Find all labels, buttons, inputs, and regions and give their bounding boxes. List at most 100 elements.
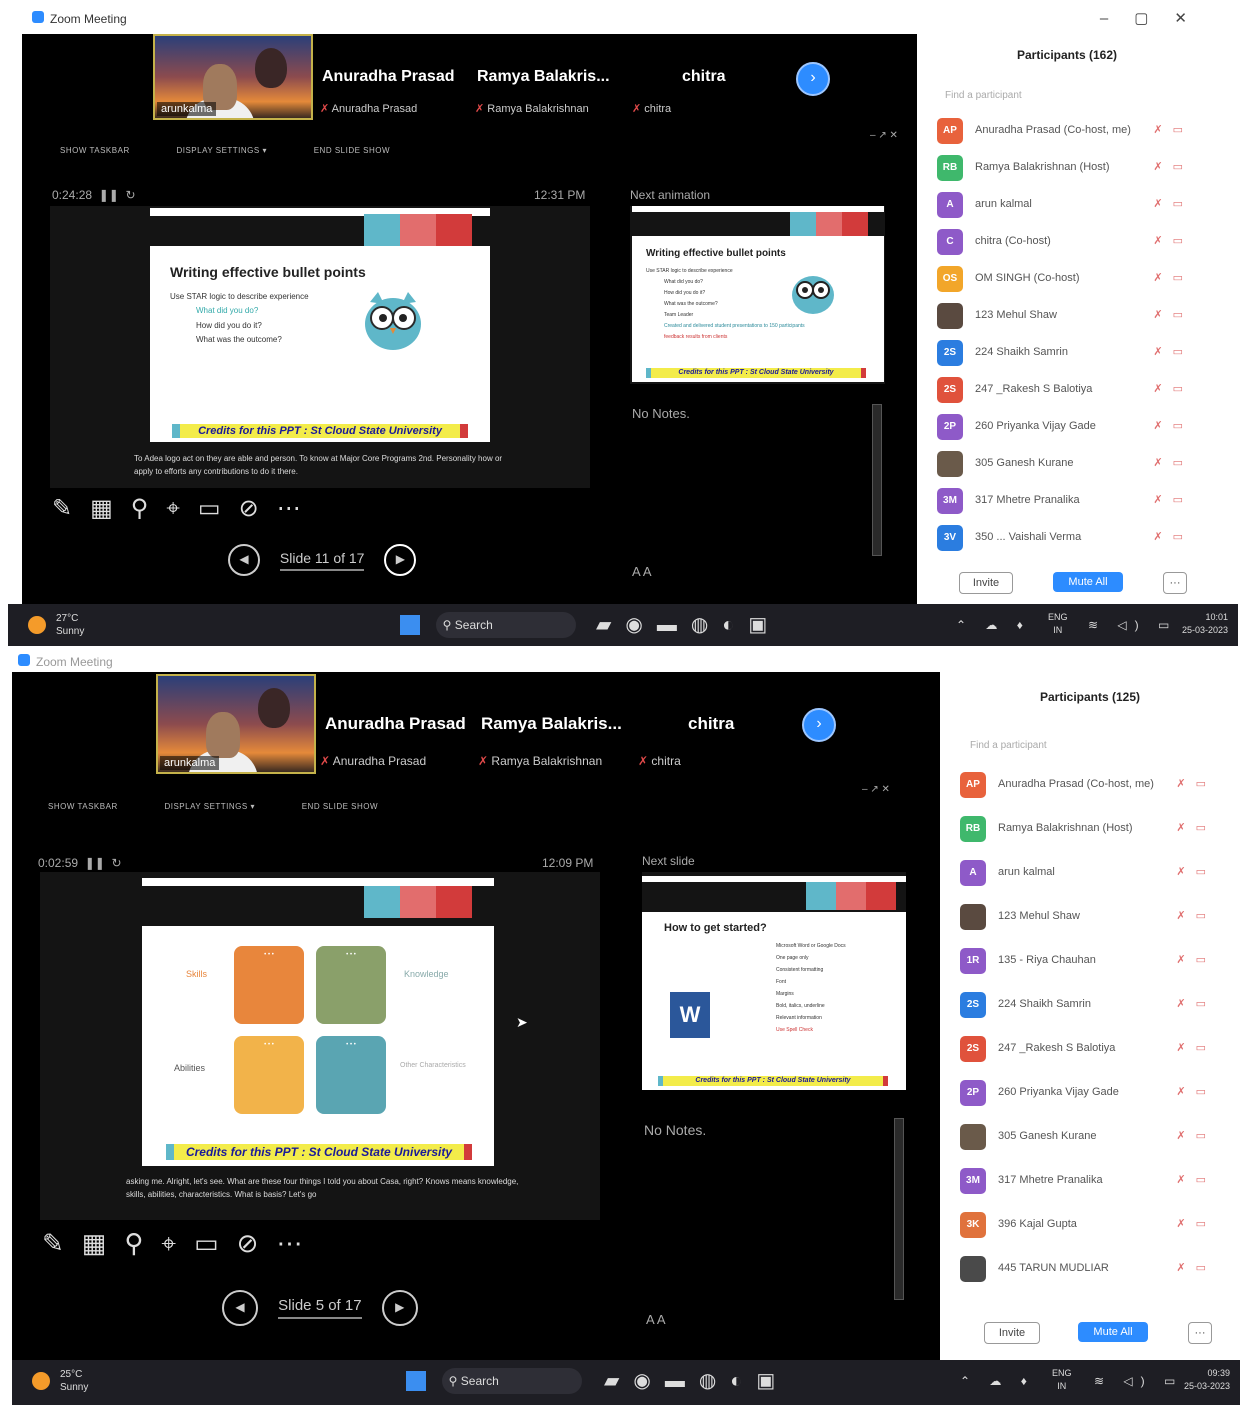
taskbar-clock[interactable]: 10:01 25-03-2023 (1158, 611, 1228, 636)
muted-mic-video-off-icon[interactable]: ✗▭ (1153, 345, 1193, 358)
more-options-icon[interactable]: ⋯ (276, 1228, 320, 1258)
muted-mic-video-off-icon[interactable]: ✗▭ (1153, 271, 1193, 284)
participant-row[interactable]: Cchitra (Co-host) ✗▭ (937, 225, 1207, 259)
participant-row[interactable]: 2S 247 _Rakesh S Balotiya ✗▭ (960, 1032, 1230, 1066)
more-options-icon[interactable]: ⋯ (277, 495, 319, 522)
participant-row[interactable]: 2P 260 Priyanka Vijay Gade ✗▭ (937, 410, 1207, 444)
next-slide-button[interactable]: ▶ (384, 544, 417, 576)
font-size-controls[interactable]: A A (632, 564, 652, 579)
muted-mic-video-off-icon[interactable]: ✗▭ (1176, 1261, 1216, 1274)
camera-off-icon[interactable]: ⊘ (237, 1228, 277, 1258)
pen-icon[interactable]: ✎ (52, 495, 90, 522)
muted-mic-video-off-icon[interactable]: ✗▭ (1153, 308, 1193, 321)
participant-search-input[interactable]: Find a participant (945, 90, 1022, 101)
taskbar-search[interactable]: ⚲ Search (436, 612, 576, 638)
mute-all-button[interactable]: Mute All (1053, 572, 1123, 592)
participant-row[interactable]: 2S 224 Shaikh Samrin ✗▭ (960, 988, 1230, 1022)
video-thumbnail[interactable]: arunkalma (153, 34, 313, 120)
window-controls[interactable]: –▢✕ (1100, 9, 1213, 27)
muted-mic-video-off-icon[interactable]: ✗▭ (1176, 1129, 1216, 1142)
window-mini-controls[interactable]: – ↗ ✕ (862, 784, 890, 795)
grid-view-icon[interactable]: ▦ (82, 1228, 125, 1258)
participant-row[interactable]: 3K 396 Kajal Gupta ✗▭ (960, 1208, 1230, 1242)
participant-row[interactable]: 1R 135 - Riya Chauhan ✗▭ (960, 944, 1230, 978)
muted-mic-video-off-icon[interactable]: ✗▭ (1153, 493, 1193, 506)
participant-row[interactable]: Aarun kalmal ✗▭ (960, 856, 1230, 890)
participant-row[interactable]: 2S 247 _Rakesh S Balotiya ✗▭ (937, 373, 1207, 407)
muted-mic-video-off-icon[interactable]: ✗▭ (1176, 865, 1216, 878)
more-options-button[interactable]: ··· (1188, 1322, 1212, 1344)
invite-button[interactable]: Invite (959, 572, 1013, 594)
display-settings-button[interactable]: DISPLAY SETTINGS ▾ (164, 802, 255, 811)
weather-widget[interactable]: 27°C Sunny (56, 612, 84, 638)
participant-row[interactable]: 3M 317 Mhetre Pranalika ✗▭ (937, 484, 1207, 518)
muted-mic-video-off-icon[interactable]: ✗▭ (1153, 419, 1193, 432)
pen-icon[interactable]: ✎ (42, 1228, 82, 1258)
zoom-icon[interactable]: ⚲ (131, 495, 167, 522)
next-slide-button[interactable]: ▶ (381, 1290, 418, 1326)
muted-mic-video-off-icon[interactable]: ✗▭ (1176, 953, 1216, 966)
next-video-page-button[interactable]: › (802, 708, 836, 742)
zoom-icon[interactable]: ⚲ (124, 1228, 161, 1258)
windows-start-icon[interactable] (406, 1371, 426, 1391)
show-taskbar-button[interactable]: SHOW TASKBAR (60, 146, 130, 155)
participant-row[interactable]: 3V 350 ... Vaishali Verma ✗▭ (937, 521, 1207, 555)
muted-mic-video-off-icon[interactable]: ✗▭ (1176, 1085, 1216, 1098)
participant-row[interactable]: 123 Mehul Shaw ✗▭ (960, 900, 1230, 934)
muted-mic-video-off-icon[interactable]: ✗▭ (1176, 1217, 1216, 1230)
pointer-icon[interactable]: ⌖ (161, 1228, 194, 1258)
end-slide-show-button[interactable]: END SLIDE SHOW (302, 802, 378, 811)
participant-row[interactable]: 305 Ganesh Kurane ✗▭ (960, 1120, 1230, 1154)
muted-mic-video-off-icon[interactable]: ✗▭ (1153, 382, 1193, 395)
language-indicator[interactable]: ENG IN (1052, 1367, 1072, 1392)
participant-search-input[interactable]: Find a participant (970, 740, 1047, 751)
next-video-page-button[interactable]: › (796, 62, 830, 96)
mute-all-button[interactable]: Mute All (1078, 1322, 1148, 1342)
participant-row[interactable]: 445 TARUN MUDLIAR ✗▭ (960, 1252, 1230, 1286)
muted-mic-video-off-icon[interactable]: ✗▭ (1176, 821, 1216, 834)
muted-mic-video-off-icon[interactable]: ✗▭ (1153, 123, 1193, 136)
grid-view-icon[interactable]: ▦ (90, 495, 131, 522)
muted-mic-video-off-icon[interactable]: ✗▭ (1176, 777, 1216, 790)
participant-row[interactable]: 2S 224 Shaikh Samrin ✗▭ (937, 336, 1207, 370)
black-screen-icon[interactable]: ▭ (194, 1228, 237, 1258)
notes-scrollbar[interactable] (872, 404, 882, 556)
muted-mic-video-off-icon[interactable]: ✗▭ (1153, 234, 1193, 247)
previous-slide-button[interactable]: ◀ (222, 1290, 258, 1326)
muted-mic-video-off-icon[interactable]: ✗▭ (1153, 456, 1193, 469)
participant-row[interactable]: AP Anuradha Prasad (Co-host, me) ✗▭ (937, 114, 1207, 148)
invite-button[interactable]: Invite (984, 1322, 1040, 1344)
muted-mic-video-off-icon[interactable]: ✗▭ (1176, 1173, 1216, 1186)
display-settings-button[interactable]: DISPLAY SETTINGS ▾ (176, 146, 267, 155)
end-slide-show-button[interactable]: END SLIDE SHOW (314, 146, 390, 155)
participant-row[interactable]: 2P 260 Priyanka Vijay Gade ✗▭ (960, 1076, 1230, 1110)
participant-row[interactable]: RB Ramya Balakrishnan (Host) ✗▭ (937, 151, 1207, 185)
notes-scrollbar[interactable] (894, 1118, 904, 1300)
weather-widget[interactable]: 25°C Sunny (60, 1368, 88, 1394)
show-taskbar-button[interactable]: SHOW TASKBAR (48, 802, 118, 811)
windows-start-icon[interactable] (400, 615, 420, 635)
taskbar-search[interactable]: ⚲ Search (442, 1368, 582, 1394)
participant-row[interactable]: AP Anuradha Prasad (Co-host, me) ✗▭ (960, 768, 1230, 802)
pinned-apps[interactable]: ▰◉▬◍◐▣ (604, 1368, 789, 1393)
muted-mic-video-off-icon[interactable]: ✗▭ (1176, 909, 1216, 922)
window-mini-controls[interactable]: – ↗ ✕ (870, 130, 898, 141)
muted-mic-video-off-icon[interactable]: ✗▭ (1153, 530, 1193, 543)
participant-row[interactable]: RB Ramya Balakrishnan (Host) ✗▭ (960, 812, 1230, 846)
video-thumbnail[interactable]: arunkalma (156, 674, 316, 774)
taskbar-clock[interactable]: 09:39 25-03-2023 (1160, 1367, 1230, 1392)
black-screen-icon[interactable]: ▭ (198, 495, 239, 522)
muted-mic-video-off-icon[interactable]: ✗▭ (1153, 160, 1193, 173)
muted-mic-video-off-icon[interactable]: ✗▭ (1176, 997, 1216, 1010)
participant-row[interactable]: Aarun kalmal ✗▭ (937, 188, 1207, 222)
participant-row[interactable]: 305 Ganesh Kurane ✗▭ (937, 447, 1207, 481)
previous-slide-button[interactable]: ◀ (228, 544, 260, 576)
participant-row[interactable]: OS OM SINGH (Co-host) ✗▭ (937, 262, 1207, 296)
more-options-button[interactable]: ··· (1163, 572, 1187, 594)
participant-row[interactable]: 3M 317 Mhetre Pranalika ✗▭ (960, 1164, 1230, 1198)
participant-row[interactable]: 123 Mehul Shaw ✗▭ (937, 299, 1207, 333)
system-tray[interactable]: ⌃ ☁ ♦ (960, 1374, 1035, 1388)
system-tray[interactable]: ⌃ ☁ ♦ (956, 618, 1031, 632)
pinned-apps[interactable]: ▰◉▬◍◐▣ (596, 612, 781, 637)
language-indicator[interactable]: ENG IN (1048, 611, 1068, 636)
